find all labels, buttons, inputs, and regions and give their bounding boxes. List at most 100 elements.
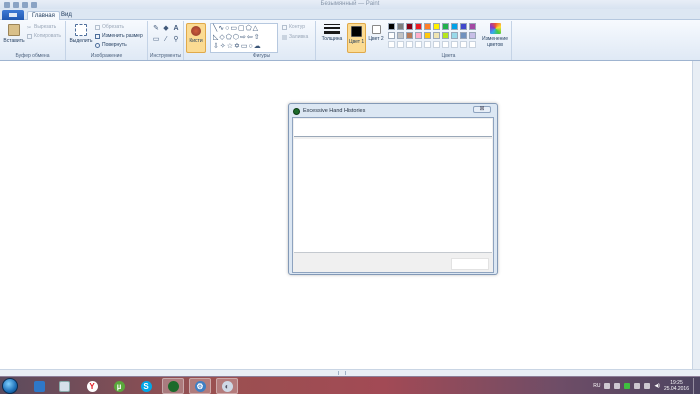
- rounded-rect-shape-icon[interactable]: ▢: [238, 25, 246, 32]
- hexagon-shape-icon[interactable]: ⬡: [233, 34, 240, 41]
- skype-icon: S: [140, 380, 152, 392]
- vertical-scrollbar[interactable]: [692, 61, 700, 369]
- brushes-button[interactable]: Кисти: [186, 23, 206, 53]
- outline-dropdown[interactable]: Контур: [282, 24, 305, 30]
- arrow-down-shape-icon[interactable]: ⇩: [213, 43, 220, 50]
- size-dropdown[interactable]: Толщина: [319, 24, 345, 42]
- color-swatch[interactable]: [388, 23, 395, 30]
- color1-button[interactable]: Цвет 1: [347, 23, 366, 53]
- clock[interactable]: 19:25 25.04.2016: [664, 380, 689, 392]
- color-swatch[interactable]: [406, 32, 413, 39]
- taskbar-yandex-browser[interactable]: Y: [81, 378, 103, 394]
- pencil-icon[interactable]: ✎: [152, 25, 160, 33]
- crop-button[interactable]: Обрезать: [95, 24, 124, 30]
- edit-colors-button[interactable]: Изменение цветов: [481, 23, 509, 48]
- start-button[interactable]: [2, 378, 18, 394]
- outline-icon: [282, 24, 287, 30]
- color-swatch[interactable]: [406, 23, 413, 30]
- color-swatch[interactable]: [415, 32, 422, 39]
- color-swatch[interactable]: [469, 32, 476, 39]
- arrow-right-shape-icon[interactable]: ⇨: [240, 34, 247, 41]
- select-button[interactable]: Выделить: [69, 24, 93, 44]
- copy-button[interactable]: Копировать: [27, 33, 61, 39]
- custom-color-slot[interactable]: [451, 41, 458, 48]
- brush-icon: [191, 26, 201, 36]
- network-icon[interactable]: [644, 383, 651, 389]
- taskbar-poker-app[interactable]: [162, 378, 184, 394]
- rectangle-shape-icon[interactable]: ▭: [230, 25, 238, 32]
- color-swatch[interactable]: [451, 32, 458, 39]
- close-button[interactable]: ⊠: [473, 106, 491, 113]
- dialog-title: Excessive Hand Histories: [303, 108, 366, 114]
- tray-app-icon[interactable]: [604, 383, 611, 389]
- color-picker-icon[interactable]: ⁄: [162, 36, 170, 44]
- resize-button[interactable]: Изменить размер: [95, 33, 143, 39]
- custom-color-slot[interactable]: [424, 41, 431, 48]
- color-swatch[interactable]: [397, 23, 404, 30]
- taskbar-skype[interactable]: S: [135, 378, 157, 394]
- color-swatch[interactable]: [433, 32, 440, 39]
- color-swatch[interactable]: [415, 23, 422, 30]
- custom-color-slot[interactable]: [406, 41, 413, 48]
- taskbar-explorer[interactable]: [28, 378, 50, 394]
- shapes-gallery[interactable]: ╲∿○▭▢⬠△ ◺◇⬠⬡⇨⇦⇧ ⇩✧☆✡▭○☁: [210, 23, 278, 53]
- custom-color-slot[interactable]: [397, 41, 404, 48]
- dialog-titlebar[interactable]: Excessive Hand Histories: [293, 106, 365, 116]
- language-indicator[interactable]: RU: [593, 383, 600, 389]
- star4-shape-icon[interactable]: ✧: [220, 43, 227, 50]
- color-swatch[interactable]: [442, 32, 449, 39]
- shapes-group-label: Фигуры: [252, 53, 271, 59]
- taskbar-utorrent[interactable]: µ: [108, 378, 130, 394]
- fill-dropdown[interactable]: Заливка: [282, 34, 308, 40]
- color-swatch[interactable]: [397, 32, 404, 39]
- custom-color-slot[interactable]: [388, 41, 395, 48]
- document-icon: [58, 380, 70, 392]
- volume-icon[interactable]: ◀): [654, 383, 660, 389]
- paste-button[interactable]: Вставить: [3, 24, 25, 44]
- custom-color-slot[interactable]: [469, 41, 476, 48]
- custom-color-slot[interactable]: [442, 41, 449, 48]
- color-swatch[interactable]: [460, 32, 467, 39]
- magnifier-icon[interactable]: ⚲: [172, 36, 180, 44]
- taskbar-paint[interactable]: ◐: [216, 378, 238, 394]
- arrow-left-shape-icon[interactable]: ⇦: [247, 34, 254, 41]
- star5-shape-icon[interactable]: ☆: [227, 43, 234, 50]
- taskbar-settings-app[interactable]: ⚙: [189, 378, 211, 394]
- fill-bucket-icon[interactable]: ◆: [162, 25, 170, 33]
- color2-button[interactable]: Цвет 2: [367, 24, 385, 42]
- color-swatch[interactable]: [442, 23, 449, 30]
- resize-icon: [95, 33, 100, 39]
- excessive-hand-histories-window[interactable]: Excessive Hand Histories ⊠: [288, 103, 498, 275]
- tray-app-icon[interactable]: [624, 383, 631, 389]
- dialog-action-button[interactable]: [451, 258, 489, 270]
- cut-button[interactable]: ✂ Вырезать: [27, 24, 56, 31]
- show-desktop-button[interactable]: [693, 378, 698, 394]
- tray-app-icon[interactable]: [614, 383, 621, 389]
- cloud-shape-icon[interactable]: ☁: [254, 43, 262, 50]
- color-swatch[interactable]: [424, 32, 431, 39]
- color-swatch[interactable]: [451, 23, 458, 30]
- rotate-button[interactable]: Повернуть: [95, 42, 127, 48]
- triangle-shape-icon[interactable]: △: [253, 25, 259, 32]
- custom-color-slot[interactable]: [460, 41, 467, 48]
- system-tray: RU ◀) 19:25 25.04.2016: [593, 377, 698, 394]
- color-swatch[interactable]: [433, 23, 440, 30]
- text-tool-icon[interactable]: A: [172, 25, 180, 33]
- custom-color-slot[interactable]: [433, 41, 440, 48]
- taskbar-notepad[interactable]: [53, 378, 75, 394]
- color-swatch[interactable]: [424, 23, 431, 30]
- eraser-icon[interactable]: ▭: [152, 36, 160, 44]
- star6-shape-icon[interactable]: ✡: [234, 43, 241, 50]
- color-swatch[interactable]: [469, 23, 476, 30]
- clipboard-group: Вставить ✂ Вырезать Копировать Буфер обм…: [0, 21, 66, 60]
- callout-rect-shape-icon[interactable]: ▭: [241, 43, 249, 50]
- pentagon-shape-icon[interactable]: ⬠: [226, 34, 233, 41]
- color-swatch[interactable]: [388, 32, 395, 39]
- custom-color-slot[interactable]: [415, 41, 422, 48]
- file-menu-button[interactable]: [2, 10, 24, 20]
- arrow-up-shape-icon[interactable]: ⇧: [254, 34, 261, 41]
- resize-grip[interactable]: [338, 371, 346, 375]
- polygon-shape-icon[interactable]: ⬠: [246, 25, 253, 32]
- color-swatch[interactable]: [460, 23, 467, 30]
- flag-icon[interactable]: [634, 383, 641, 389]
